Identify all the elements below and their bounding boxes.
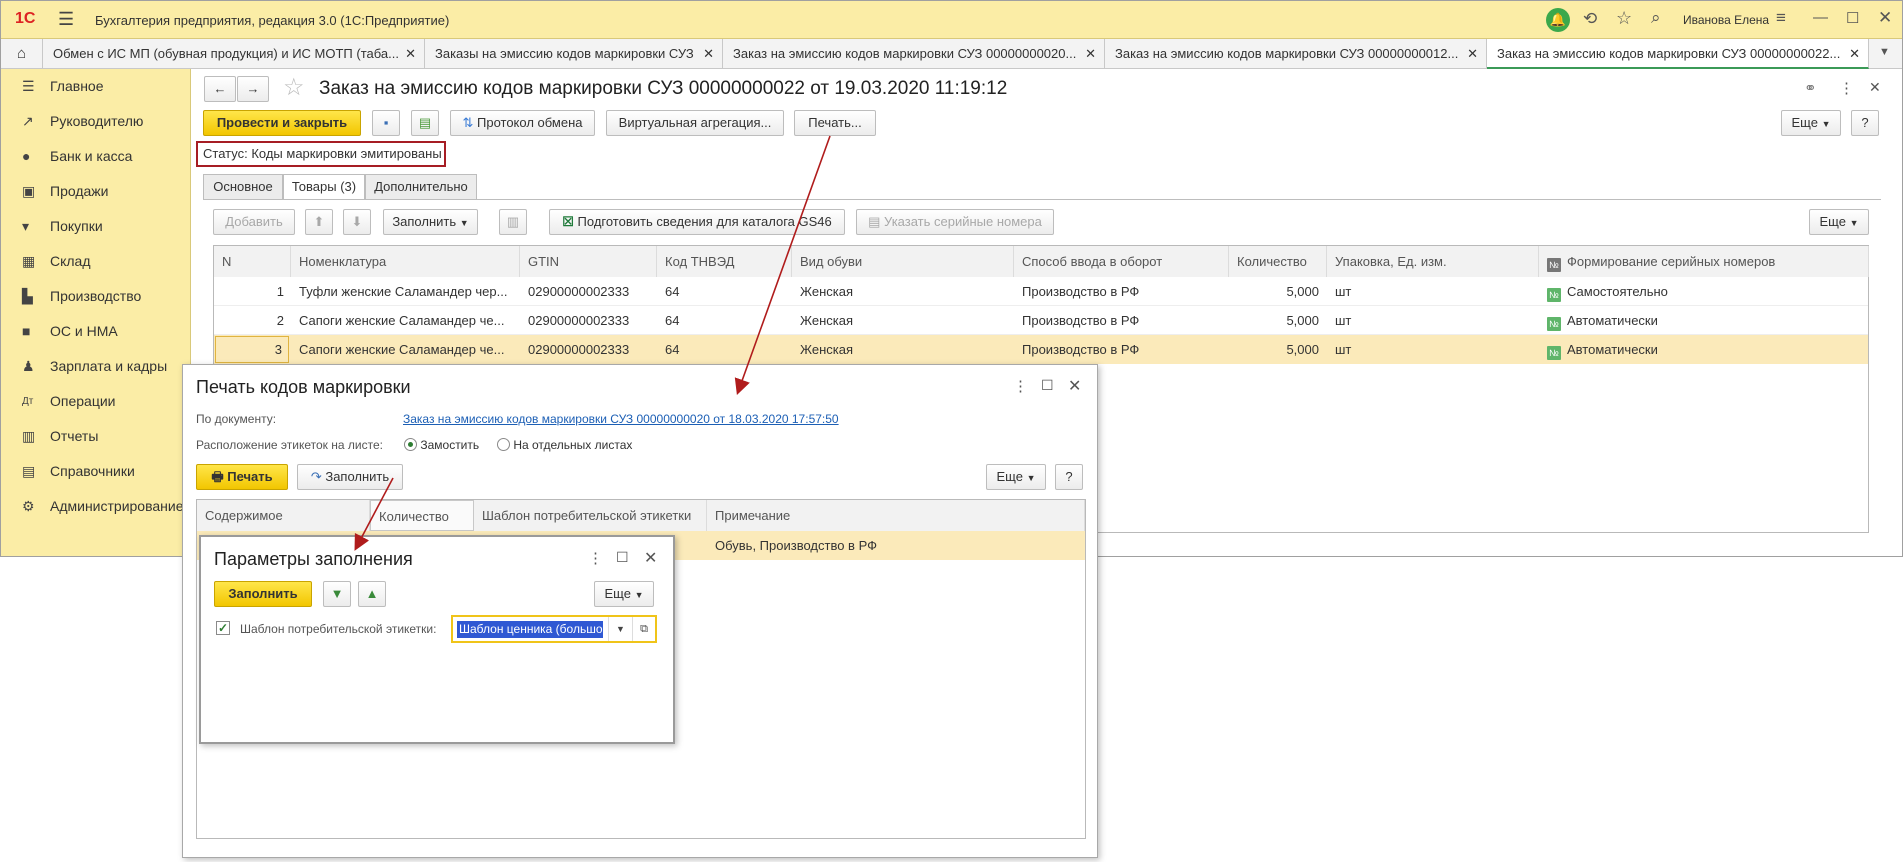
arrow-print-to-dialog xyxy=(734,135,831,396)
annotation-arrows xyxy=(354,135,831,551)
arrow-fill-to-params xyxy=(354,477,394,551)
